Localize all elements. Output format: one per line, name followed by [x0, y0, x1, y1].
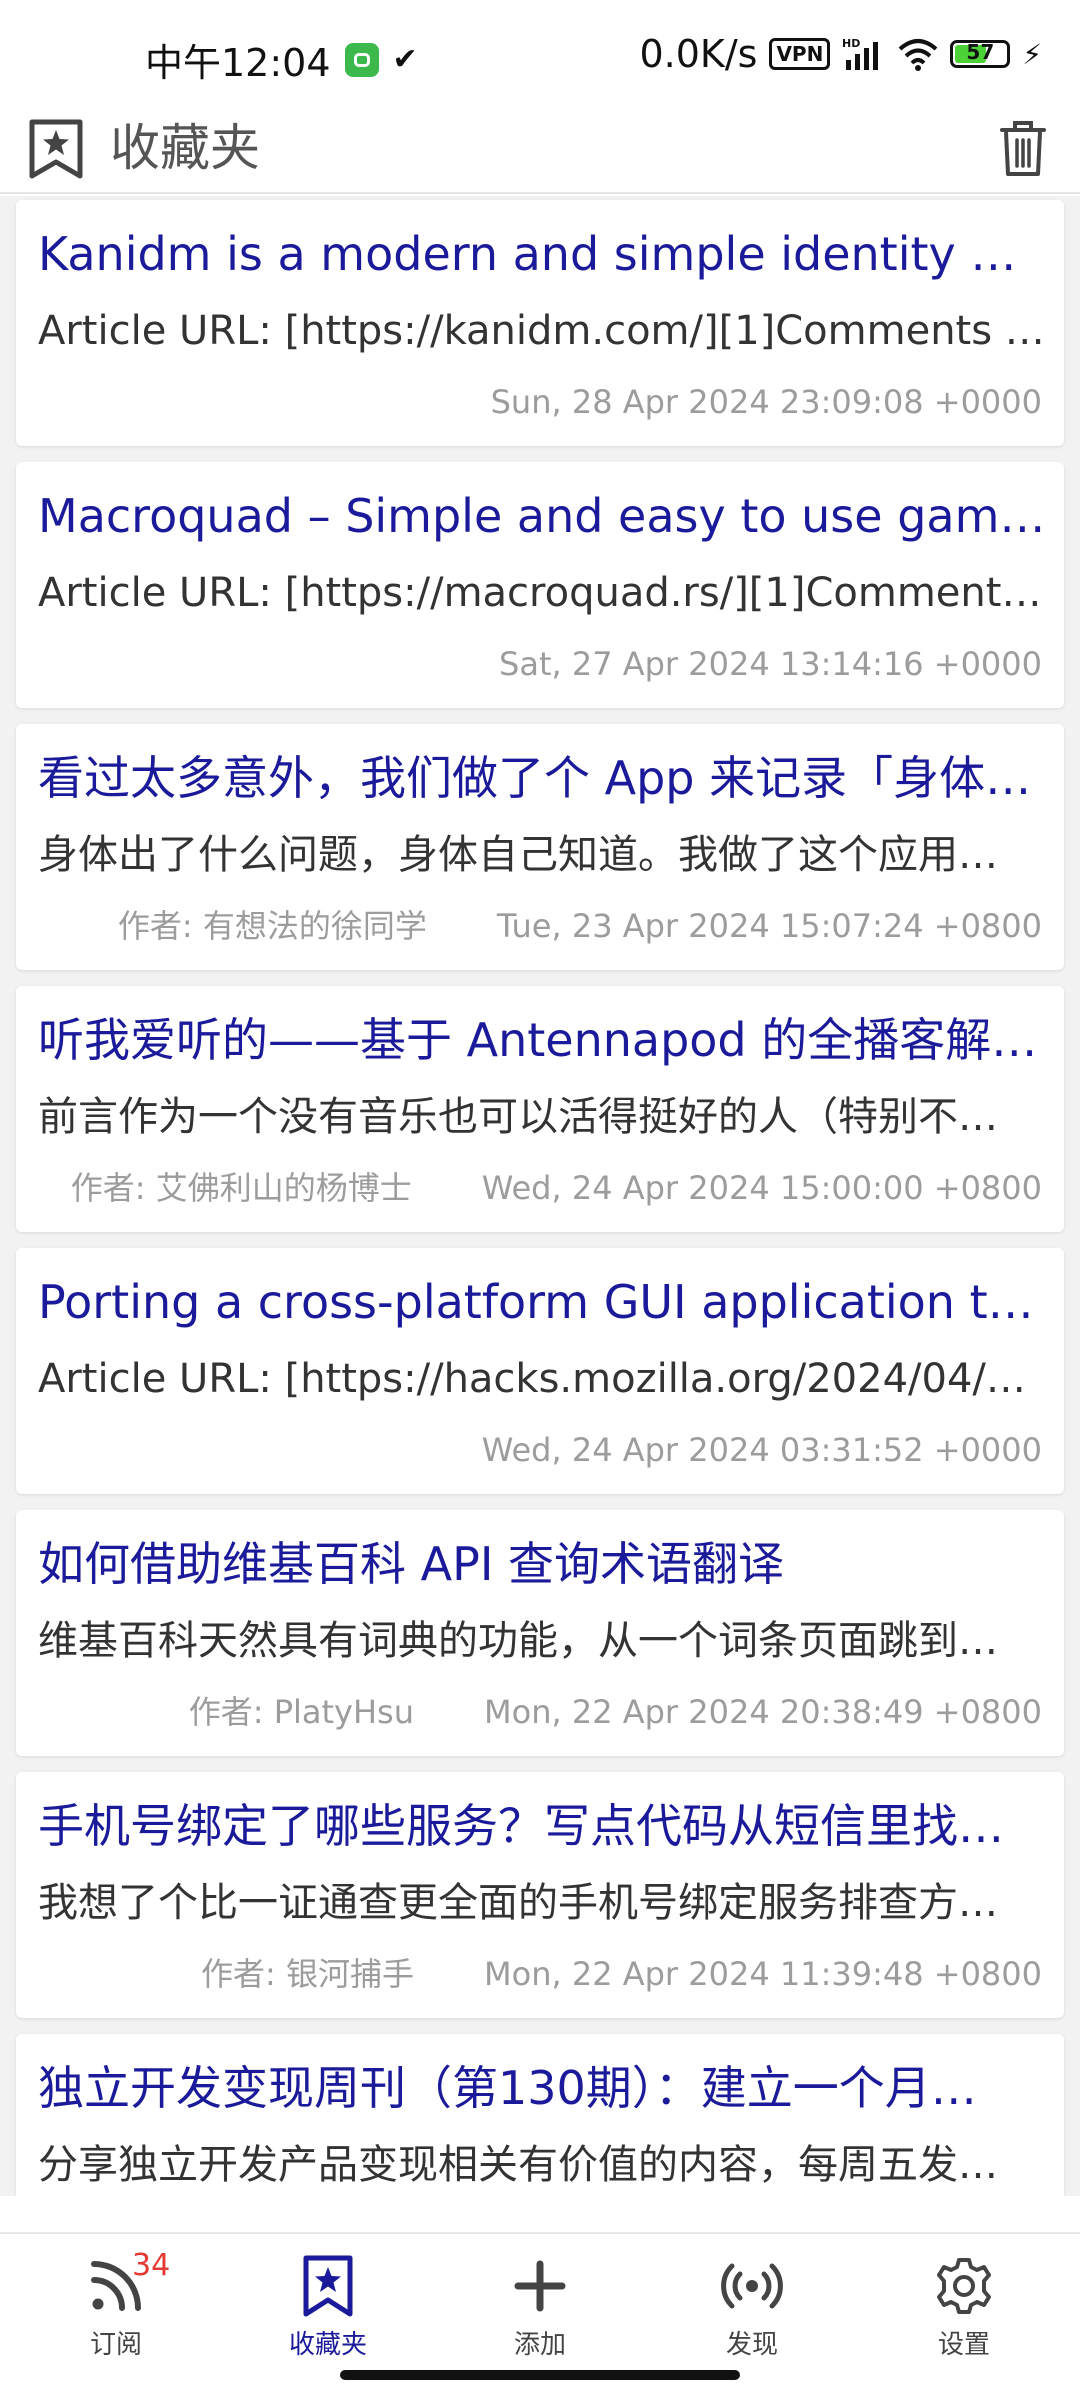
top-app-bar: 收藏夹 — [0, 110, 1080, 194]
item-date: Sun, 28 Apr 2024 23:09:08 +0000 — [490, 383, 1042, 421]
check-icon: ✔ — [392, 42, 418, 77]
item-summary: 维基百科天然具有词典的功能，从一个词条页面跳到… — [38, 1618, 998, 1664]
vpn-icon: VPN — [769, 38, 831, 70]
item-author: 作者: 有想法的徐同学 — [117, 907, 427, 945]
nav-label: 设置 — [937, 2330, 990, 2360]
item-date: Mon, 22 Apr 2024 11:39:48 +0800 — [484, 1955, 1042, 1993]
item-date: Sat, 27 Apr 2024 13:14:16 +0000 — [499, 645, 1042, 683]
nav-subscriptions[interactable]: 34 订阅 — [46, 2248, 186, 2361]
gear-icon — [937, 2258, 991, 2314]
item-title: 听我爱听的——基于 Antennapod 的全播客解… — [38, 1013, 1038, 1067]
item-author: 作者: 银河捕手 — [201, 1955, 415, 1993]
app-notification-icon — [344, 42, 379, 77]
page-title: 收藏夹 — [110, 119, 260, 177]
nav-label: 发现 — [725, 2330, 778, 2360]
item-title: 如何借助维基百科 API 查询术语翻译 — [38, 1537, 785, 1591]
nav-add[interactable]: 添加 — [470, 2254, 610, 2361]
item-summary: 分享独立开发产品变现相关有价值的内容，每周五发… — [38, 2142, 998, 2188]
battery-icon: 57 — [950, 40, 1011, 68]
list-item[interactable]: 独立开发变现周刊（第130期）：建立一个月… 分享独立开发产品变现相关有价值的内… — [16, 2034, 1064, 2196]
item-date: Wed, 24 Apr 2024 15:00:00 +0800 — [481, 1169, 1042, 1207]
item-author: 作者: PlatyHsu — [188, 1693, 415, 1731]
status-bar: 中午12:04 ✔ 0.0K/s VPN HD 57 ⚡ — [0, 0, 1080, 110]
item-title: Porting a cross-platform GUI application… — [38, 1275, 1048, 1329]
bookmark-star-icon — [303, 2255, 353, 2317]
nav-label: 添加 — [513, 2330, 566, 2360]
list-item[interactable]: Porting a cross-platform GUI application… — [16, 1248, 1064, 1494]
wifi-icon — [899, 39, 938, 71]
home-indicator[interactable] — [340, 2370, 740, 2380]
item-title: 手机号绑定了哪些服务？写点代码从短信里找… — [38, 1799, 1004, 1853]
charging-icon: ⚡ — [1022, 37, 1042, 71]
broadcast-icon — [721, 2263, 783, 2309]
item-summary: 前言作为一个没有音乐也可以活得挺好的人（特别不… — [38, 1094, 998, 1140]
bookmark-star-icon — [29, 119, 83, 179]
item-date: Wed, 24 Apr 2024 03:31:52 +0000 — [481, 1431, 1042, 1469]
svg-text:HD: HD — [842, 37, 860, 50]
item-title: 独立开发变现周刊（第130期）：建立一个月… — [38, 2061, 977, 2115]
favorites-list[interactable]: Kanidm is a modern and simple identity m… — [0, 196, 1080, 2196]
item-date: Mon, 22 Apr 2024 20:38:49 +0800 — [484, 1693, 1042, 1731]
item-summary: Article URL: [https://kanidm.com/][1]Com… — [38, 308, 1048, 354]
nav-label: 订阅 — [89, 2330, 142, 2360]
list-item[interactable]: 看过太多意外，我们做了个 App 来记录「身体… 身体出了什么问题，身体自己知道… — [16, 724, 1064, 970]
item-summary: 我想了个比一证通查更全面的手机号绑定服务排查方… — [38, 1880, 998, 1926]
item-title: Kanidm is a modern and simple identity m… — [38, 227, 1048, 281]
item-title: Macroquad – Simple and easy to use game … — [38, 489, 1048, 543]
net-speed: 0.0K/s — [639, 32, 758, 76]
list-item[interactable]: 听我爱听的——基于 Antennapod 的全播客解… 前言作为一个没有音乐也可… — [16, 986, 1064, 1232]
list-item[interactable]: 如何借助维基百科 API 查询术语翻译 维基百科天然具有词典的功能，从一个词条页… — [16, 1510, 1064, 1756]
nav-label: 收藏夹 — [288, 2330, 367, 2360]
unread-count-badge: 34 — [132, 2248, 171, 2283]
list-item[interactable]: 手机号绑定了哪些服务？写点代码从短信里找… 我想了个比一证通查更全面的手机号绑定… — [16, 1772, 1064, 2018]
status-time: 中午12:04 — [145, 41, 331, 85]
item-title: 看过太多意外，我们做了个 App 来记录「身体… — [38, 751, 1032, 805]
item-summary: Article URL: [https://hacks.mozilla.org/… — [38, 1356, 1048, 1402]
item-author: 作者: 艾佛利山的杨博士 — [70, 1169, 412, 1207]
nav-settings[interactable]: 设置 — [894, 2254, 1034, 2361]
list-item[interactable]: Kanidm is a modern and simple identity m… — [16, 200, 1064, 446]
nav-favorites[interactable]: 收藏夹 — [258, 2254, 398, 2361]
item-summary: Article URL: [https://macroquad.rs/][1]C… — [38, 570, 1048, 616]
list-item[interactable]: Macroquad – Simple and easy to use game … — [16, 462, 1064, 708]
nav-discover[interactable]: 发现 — [682, 2254, 822, 2361]
signal-icon: HD — [842, 37, 879, 70]
delete-icon[interactable] — [998, 118, 1048, 178]
item-summary: 身体出了什么问题，身体自己知道。我做了这个应用… — [38, 832, 998, 878]
item-date: Tue, 23 Apr 2024 15:07:24 +0800 — [496, 907, 1042, 945]
plus-icon — [514, 2260, 566, 2312]
battery-level: 57 — [966, 40, 995, 64]
